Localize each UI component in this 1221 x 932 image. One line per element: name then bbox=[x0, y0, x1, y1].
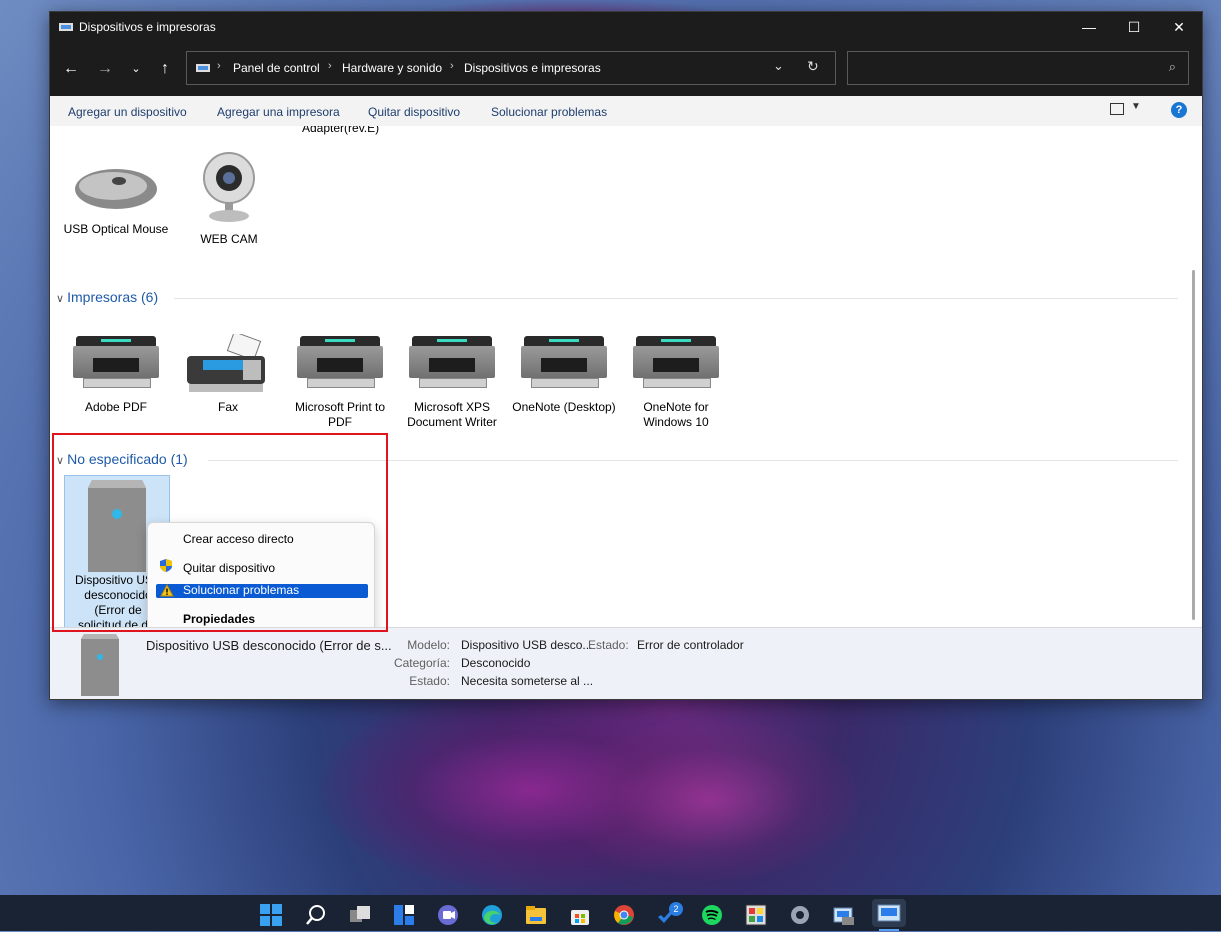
device-label: WEB CAM bbox=[200, 232, 258, 246]
view-options-chevron-icon[interactable]: ▼ bbox=[1131, 101, 1141, 112]
breadcrumb-separator-icon: › bbox=[217, 60, 221, 72]
breadcrumb-dispositivos-impresoras[interactable]: Dispositivos e impresoras bbox=[464, 61, 601, 75]
forward-arrow-icon[interactable]: → bbox=[94, 58, 116, 80]
printer-icon bbox=[297, 334, 383, 396]
device-label: Adobe PDF bbox=[84, 400, 148, 414]
details-model-value: Dispositivo USB desco... bbox=[461, 638, 593, 652]
printer-icon bbox=[633, 334, 719, 396]
details-model-label: Modelo: bbox=[407, 638, 450, 652]
device-label: USB Optical Mouse bbox=[63, 222, 169, 236]
widgets-icon[interactable] bbox=[392, 903, 416, 927]
navigation-bar: ← → ⌄ ↑ › Panel de control › Hardware y … bbox=[50, 42, 1202, 96]
breadcrumb-separator-icon: › bbox=[328, 60, 332, 72]
refresh-icon[interactable]: ↻ bbox=[807, 58, 819, 75]
details-state-label: Estado: bbox=[588, 638, 629, 652]
add-printer-button[interactable]: Agregar una impresora bbox=[217, 105, 340, 119]
details-category-value: Desconocido bbox=[461, 656, 531, 670]
maximize-icon[interactable]: ☐ bbox=[1111, 12, 1157, 42]
details-category-label: Categoría: bbox=[393, 656, 450, 670]
details-status-value: Necesita someterse al ... bbox=[461, 674, 594, 688]
remove-device-button[interactable]: Quitar dispositivo bbox=[368, 105, 460, 119]
details-pane: Dispositivo USB desconocido (Error de s.… bbox=[50, 627, 1202, 699]
breadcrumb-hardware-sonido[interactable]: Hardware y sonido bbox=[342, 61, 442, 75]
address-dropdown-chevron-icon[interactable]: ⌄ bbox=[773, 58, 784, 74]
task-view-icon[interactable] bbox=[348, 903, 372, 927]
edge-icon[interactable] bbox=[480, 903, 504, 927]
printer-icon bbox=[521, 334, 607, 396]
device-label: Fax bbox=[217, 400, 238, 414]
device-usb-optical-mouse[interactable]: USB Optical Mouse bbox=[61, 164, 171, 237]
title-bar: Dispositivos e impresoras — ☐ ✕ bbox=[50, 12, 1202, 42]
webcam-icon bbox=[203, 152, 255, 222]
control-panel-icon[interactable] bbox=[832, 903, 856, 927]
windows-start-icon[interactable] bbox=[259, 903, 283, 927]
command-bar: Agregar un dispositivo Agregar una impre… bbox=[50, 96, 1202, 127]
taskbar bbox=[0, 895, 1221, 931]
recent-locations-chevron-icon[interactable]: ⌄ bbox=[125, 58, 147, 80]
fax-icon bbox=[187, 334, 265, 392]
details-device-name: Dispositivo USB desconocido (Error de s.… bbox=[146, 638, 392, 653]
group-header-label: Impresoras (6) bbox=[67, 289, 159, 305]
devices-printers-icon bbox=[59, 23, 73, 31]
paint-icon[interactable] bbox=[744, 903, 768, 927]
printer-onenote-desktop[interactable]: OneNote (Desktop) bbox=[509, 334, 619, 415]
chrome-icon[interactable] bbox=[612, 903, 636, 927]
search-input[interactable]: ⌕ bbox=[847, 51, 1189, 85]
device-label: OneNote for Windows 10 bbox=[643, 400, 709, 429]
printer-fax[interactable]: Fax bbox=[173, 334, 283, 415]
device-label: OneNote (Desktop) bbox=[512, 400, 616, 414]
add-device-button[interactable]: Agregar un dispositivo bbox=[68, 105, 187, 119]
group-divider bbox=[174, 298, 1178, 299]
file-explorer-icon[interactable] bbox=[524, 903, 548, 927]
minimize-icon[interactable]: — bbox=[1066, 12, 1112, 42]
details-state-value: Error de controlador bbox=[637, 638, 744, 652]
highlight-annotation-box bbox=[52, 433, 388, 632]
address-bar[interactable]: › Panel de control › Hardware y sonido ›… bbox=[186, 51, 836, 85]
printer-adobe-pdf[interactable]: Adobe PDF bbox=[61, 334, 171, 415]
back-arrow-icon[interactable]: ← bbox=[60, 58, 82, 80]
printers-group-header[interactable]: ∨ Impresoras (6) bbox=[56, 289, 158, 305]
spotify-icon[interactable] bbox=[700, 903, 724, 927]
chevron-down-icon: ∨ bbox=[56, 293, 68, 305]
printer-onenote-windows-10[interactable]: OneNote for Windows 10 bbox=[621, 334, 731, 430]
view-options-icon[interactable] bbox=[1110, 103, 1124, 115]
partial-device-label: Adapter(rev.E) bbox=[302, 126, 380, 135]
printer-microsoft-xps[interactable]: Microsoft XPS Document Writer bbox=[397, 334, 507, 430]
troubleshoot-button[interactable]: Solucionar problemas bbox=[491, 105, 607, 119]
settings-icon[interactable] bbox=[788, 903, 812, 927]
devices-printers-icon[interactable] bbox=[872, 899, 906, 927]
printer-microsoft-print-to-pdf[interactable]: Microsoft Print to PDF bbox=[285, 334, 395, 430]
search-icon: ⌕ bbox=[1168, 59, 1176, 74]
search-icon[interactable] bbox=[304, 903, 328, 927]
breadcrumb-panel-de-control[interactable]: Panel de control bbox=[233, 61, 320, 75]
steam-notification-badge: 2 bbox=[669, 902, 683, 916]
close-icon[interactable]: ✕ bbox=[1156, 12, 1202, 42]
wallpaper-splash-2 bbox=[560, 720, 860, 880]
device-web-cam[interactable]: WEB CAM bbox=[174, 148, 284, 247]
printer-icon bbox=[409, 334, 495, 396]
mouse-icon bbox=[75, 169, 157, 209]
store-icon[interactable] bbox=[568, 903, 592, 927]
vertical-scrollbar[interactable] bbox=[1192, 270, 1195, 620]
control-panel-icon bbox=[196, 64, 210, 72]
details-status-label: Estado: bbox=[409, 674, 450, 688]
device-label: Microsoft Print to PDF bbox=[294, 400, 386, 429]
teams-chat-icon[interactable] bbox=[436, 903, 460, 927]
printer-icon bbox=[73, 334, 159, 396]
breadcrumb-separator-icon: › bbox=[450, 60, 454, 72]
help-icon[interactable]: ? bbox=[1171, 102, 1187, 118]
up-arrow-icon[interactable]: ↑ bbox=[154, 58, 176, 80]
unknown-device-icon bbox=[81, 634, 119, 696]
window-title: Dispositivos e impresoras bbox=[79, 20, 216, 34]
device-label: Microsoft XPS Document Writer bbox=[407, 400, 497, 429]
